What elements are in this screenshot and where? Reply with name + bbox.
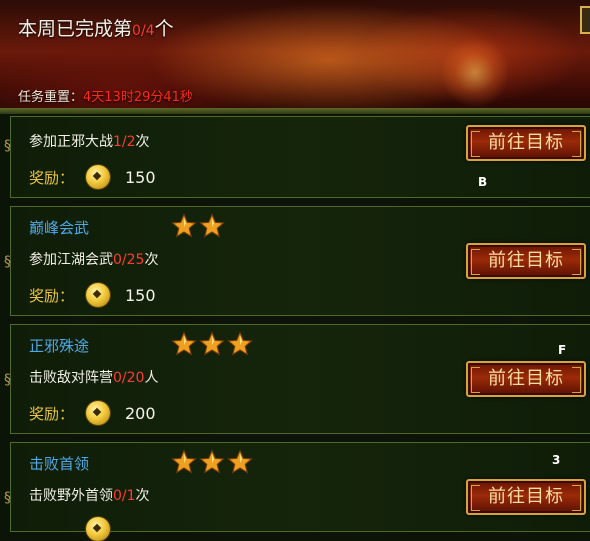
requirement-text: 参加正邪大战	[29, 134, 113, 150]
star-icon	[199, 331, 225, 357]
difficulty-stars	[171, 213, 227, 243]
reward-amount: 150	[125, 168, 156, 187]
coin-icon	[86, 165, 110, 189]
reward-label: 奖励：	[29, 287, 75, 305]
reset-timer: 任务重置：4天13时29分41秒	[18, 86, 193, 105]
requirement-text: 击败敌对阵营	[29, 370, 113, 386]
quest-requirement: 击败野外首领0/1次	[29, 485, 150, 505]
star-icon	[227, 331, 253, 357]
scroll-ornament-icon: §	[4, 372, 11, 388]
quest-name: 巅峰会武	[29, 219, 90, 237]
requirement-text: 参加江湖会武	[29, 252, 113, 268]
goto-target-button[interactable]: 前往目标	[466, 479, 586, 515]
quest-name: 击败首领	[29, 455, 90, 473]
overlay-marker: F	[558, 343, 567, 357]
difficulty-stars	[171, 449, 255, 479]
reset-label: 任务重置：	[18, 90, 84, 105]
star-icon	[199, 449, 225, 475]
scroll-ornament-icon: §	[4, 490, 11, 506]
requirement-text: 击败野外首领	[29, 488, 113, 504]
quest-requirement: 击败敌对阵营0/20人	[29, 367, 158, 387]
reward-label: 奖励：	[29, 405, 75, 423]
side-tab-handle[interactable]	[580, 6, 590, 34]
requirement-progress: 1/2	[113, 134, 136, 150]
quest-card: § 巅峰会武 参加江湖会武0/25次 奖励： 150 前往目标	[4, 206, 590, 316]
requirement-progress: 0/1	[113, 488, 136, 504]
completed-count: 0	[132, 23, 141, 39]
overlay-marker: B	[478, 175, 488, 189]
star-icon	[199, 213, 225, 239]
reward-amount: 200	[125, 404, 156, 423]
star-icon	[171, 449, 197, 475]
quest-card: § 参加正邪大战1/2次 奖励： 150 前往目标 B	[4, 116, 590, 198]
star-icon	[171, 331, 197, 357]
scroll-ornament-icon: §	[4, 138, 11, 154]
requirement-unit: 人	[144, 370, 159, 386]
goto-target-button[interactable]: 前往目标	[466, 125, 586, 161]
goto-target-button[interactable]: 前往目标	[466, 361, 586, 397]
overlay-marker: 3	[552, 453, 561, 467]
quest-name: 正邪殊途	[29, 337, 90, 355]
goto-target-button[interactable]: 前往目标	[466, 243, 586, 279]
reward-amount: 150	[125, 286, 156, 305]
quest-requirement: 参加江湖会武0/25次	[29, 249, 158, 269]
requirement-unit: 次	[135, 488, 150, 504]
coin-icon	[86, 283, 110, 307]
star-icon	[227, 449, 253, 475]
firework-decoration	[440, 38, 510, 108]
weekly-quest-banner: 本周已完成第0/4个 任务重置：4天13时29分41秒	[0, 0, 590, 114]
total-count: 4	[145, 23, 155, 39]
requirement-unit: 次	[144, 252, 159, 268]
quest-requirement: 参加正邪大战1/2次	[29, 131, 150, 151]
star-icon	[171, 213, 197, 239]
difficulty-stars	[171, 331, 255, 361]
requirement-progress: 0/20	[113, 370, 145, 386]
reward-label: 奖励：	[29, 169, 75, 187]
quest-card: § 正邪殊途 击败敌对阵营0/20人 奖励： 200 前往目标 F	[4, 324, 590, 434]
scroll-ornament-icon: §	[4, 254, 11, 270]
weekly-progress-title: 本周已完成第0/4个	[18, 14, 174, 41]
requirement-unit: 次	[135, 134, 150, 150]
coin-icon	[86, 517, 110, 541]
title-prefix: 本周已完成第	[18, 18, 133, 40]
title-suffix: 个	[154, 18, 174, 40]
requirement-progress: 0/25	[113, 252, 145, 268]
coin-icon	[86, 401, 110, 425]
reset-countdown: 4天13时29分41秒	[83, 90, 193, 105]
